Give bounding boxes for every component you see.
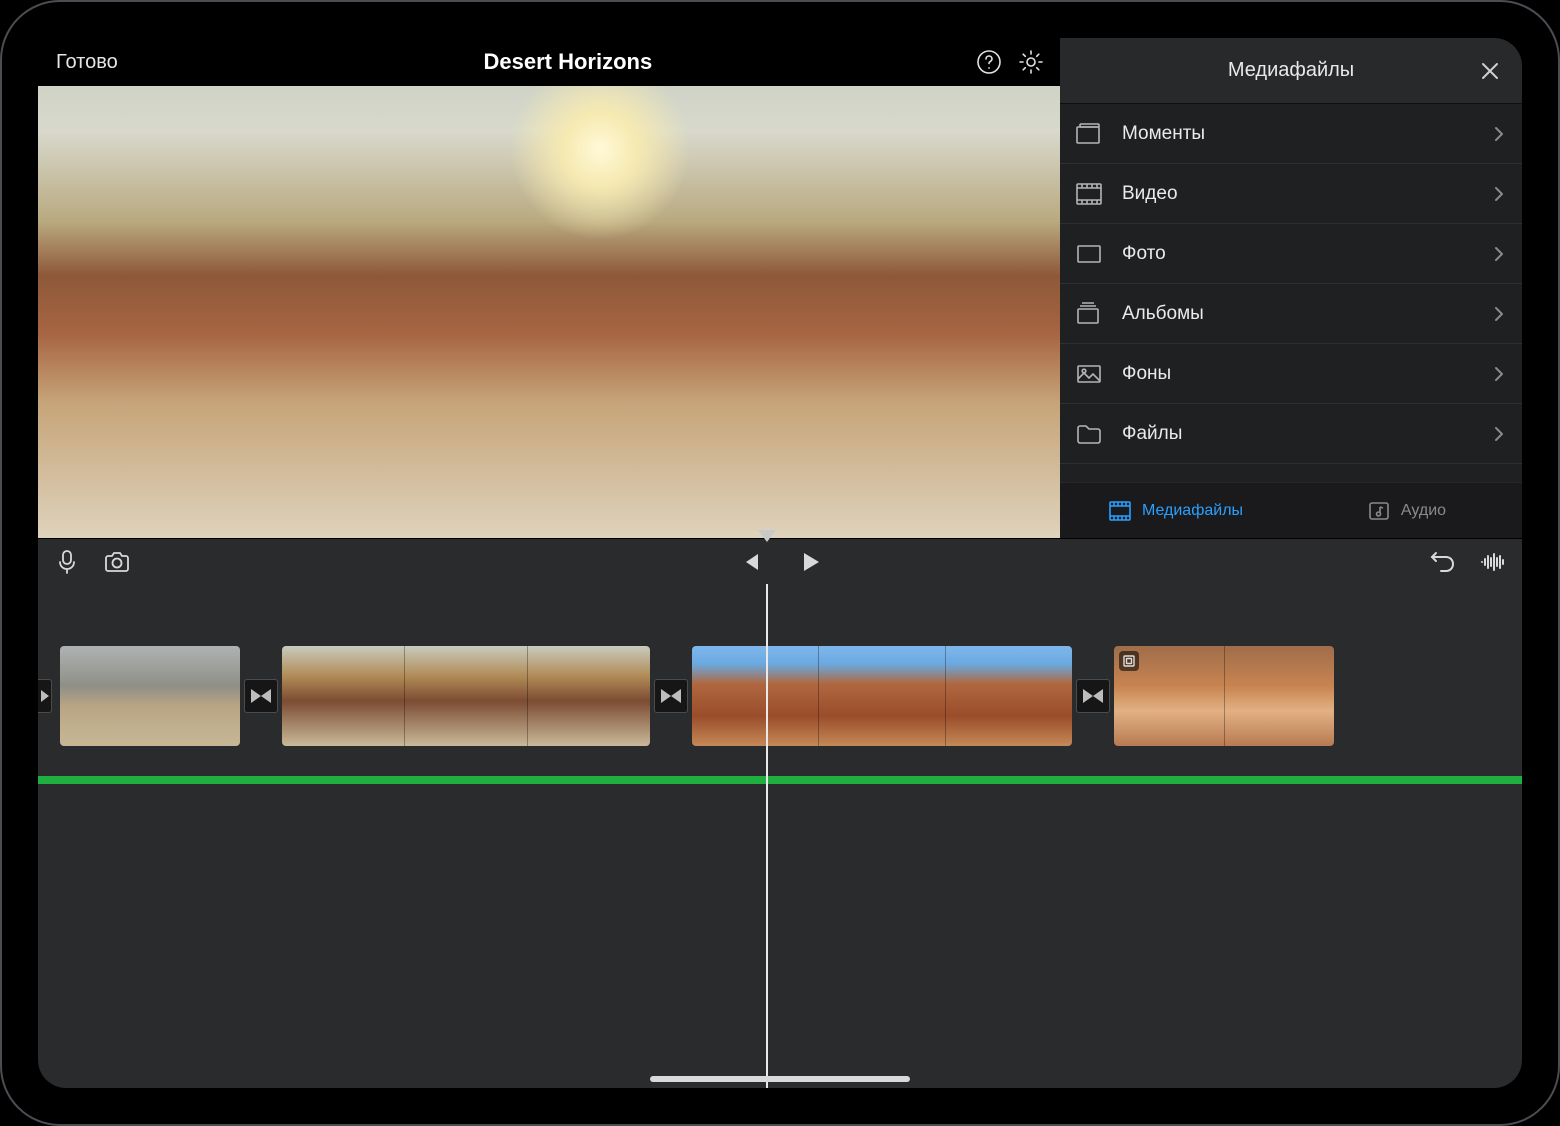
timeline-clip[interactable] (282, 646, 650, 746)
tab-audio-label: Аудио (1401, 502, 1446, 520)
preview-viewer[interactable] (38, 86, 1060, 538)
media-item-albums[interactable]: Альбомы (1060, 284, 1522, 344)
skip-to-start-button[interactable] (734, 547, 764, 577)
tab-media[interactable]: Медиафайлы (1060, 483, 1291, 538)
chevron-right-icon (1494, 246, 1504, 262)
backgrounds-icon (1072, 359, 1106, 389)
chevron-right-icon (1494, 126, 1504, 142)
media-item-label: Фото (1122, 243, 1478, 265)
media-item-label: Видео (1122, 183, 1478, 205)
transition-edge-in[interactable] (38, 679, 52, 713)
media-item-label: Альбомы (1122, 303, 1478, 325)
media-item-photo[interactable]: Фото (1060, 224, 1522, 284)
settings-button[interactable] (1014, 45, 1048, 79)
clip-kenburns-badge (1119, 651, 1139, 671)
chevron-right-icon (1494, 186, 1504, 202)
ipad-frame: Готово Desert Horizons (0, 0, 1560, 1126)
media-item-backgrounds[interactable]: Фоны (1060, 344, 1522, 404)
chevron-right-icon (1494, 306, 1504, 322)
media-item-files[interactable]: Файлы (1060, 404, 1522, 464)
photo-icon (1072, 239, 1106, 269)
media-panel-title: Медиафайлы (1228, 59, 1354, 82)
viewer-pane: Готово Desert Horizons (38, 38, 1060, 538)
media-item-label: Фоны (1122, 363, 1478, 385)
media-item-moments[interactable]: Моменты (1060, 104, 1522, 164)
tab-media-label: Медиафайлы (1142, 502, 1243, 520)
done-button[interactable]: Готово (50, 47, 124, 78)
moments-icon (1072, 119, 1106, 149)
media-item-label: Моменты (1122, 123, 1478, 145)
timeline-clip[interactable] (60, 646, 240, 746)
media-item-video[interactable]: Видео (1060, 164, 1522, 224)
media-list: Моменты Видео (1060, 104, 1522, 482)
chevron-right-icon (1494, 366, 1504, 382)
transition-button[interactable] (1076, 679, 1110, 713)
camera-button[interactable] (102, 547, 132, 577)
record-voiceover-button[interactable] (52, 547, 82, 577)
playback-controls (734, 547, 826, 577)
home-indicator[interactable] (650, 1076, 910, 1082)
video-track (38, 644, 1522, 748)
files-icon (1072, 419, 1106, 449)
timeline-playhead[interactable] (766, 584, 768, 1088)
tab-audio[interactable]: Аудио (1291, 483, 1522, 538)
chevron-right-icon (1494, 426, 1504, 442)
transition-button[interactable] (654, 679, 688, 713)
media-header: Медиафайлы (1060, 38, 1522, 104)
close-media-button[interactable] (1472, 53, 1508, 89)
audio-track[interactable] (38, 776, 1522, 784)
timeline-clip[interactable] (692, 646, 1072, 746)
video-icon (1072, 179, 1106, 209)
playback-bar (38, 538, 1522, 584)
albums-icon (1072, 299, 1106, 329)
viewer-header: Готово Desert Horizons (38, 38, 1060, 86)
media-item-label: Файлы (1122, 423, 1478, 445)
timeline[interactable] (38, 584, 1522, 1088)
project-title: Desert Horizons (172, 49, 964, 75)
media-tabs: Медиафайлы Аудио (1060, 482, 1522, 538)
playhead-marker-icon (758, 530, 776, 542)
help-button[interactable] (972, 45, 1006, 79)
timeline-clip[interactable] (1114, 646, 1334, 746)
audio-waveform-button[interactable] (1478, 547, 1508, 577)
undo-button[interactable] (1428, 547, 1458, 577)
play-button[interactable] (796, 547, 826, 577)
transition-button[interactable] (244, 679, 278, 713)
screen: Готово Desert Horizons (38, 38, 1522, 1088)
top-area: Готово Desert Horizons (38, 38, 1522, 538)
media-browser-panel: Медиафайлы (1060, 38, 1522, 538)
